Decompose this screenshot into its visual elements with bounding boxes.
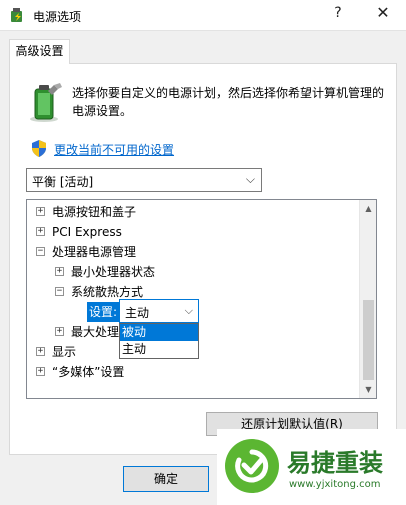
collapse-icon[interactable]: −	[36, 247, 45, 256]
watermark-url: www.yjxitong.com	[289, 479, 381, 490]
chevron-down-icon: ⌵	[245, 172, 255, 186]
tree-item-label: 最大处理	[71, 325, 120, 339]
tree-item-label: 处理器电源管理	[52, 245, 137, 259]
scroll-down-arrow-icon[interactable]: ▼	[360, 381, 376, 398]
window-title: 电源选项	[33, 10, 82, 24]
tree-item-label: PCI Express	[52, 225, 122, 239]
tree-item-label: 最小处理器状态	[71, 265, 156, 279]
tree-item-label: “多媒体”设置	[52, 365, 125, 379]
expand-icon[interactable]: +	[36, 347, 45, 356]
battery-icon	[30, 83, 62, 122]
expand-icon[interactable]: +	[36, 227, 45, 236]
chevron-down-icon: ⌵	[184, 304, 193, 317]
cooling-policy-value: 主动	[125, 306, 150, 320]
tree-item-label: 显示	[52, 345, 77, 359]
expand-icon[interactable]: +	[36, 207, 45, 216]
power-plan-value: 平衡 [活动]	[32, 175, 94, 189]
watermark-logo: 易捷重装 www.yjxitong.com	[217, 429, 406, 505]
watermark-logo-icon	[225, 439, 279, 493]
uac-shield-icon	[32, 140, 46, 157]
power-plan-select[interactable]: 平衡 [活动] ⌵	[26, 168, 262, 192]
settings-tree[interactable]: + 电源按钮和盖子 + PCI Express − 处理器电源管理 + 最小处理…	[26, 199, 377, 399]
option-passive[interactable]: 被动	[120, 324, 198, 341]
help-button[interactable]: ?	[328, 5, 348, 21]
power-options-icon	[11, 8, 22, 22]
expand-icon[interactable]: +	[55, 327, 64, 336]
collapse-icon[interactable]: −	[55, 287, 64, 296]
option-active[interactable]: 主动	[120, 341, 198, 358]
title-bar: 电源选项 ? ✕	[0, 0, 406, 31]
change-unavailable-settings-link[interactable]: 更改当前不可用的设置	[54, 141, 174, 158]
cooling-policy-dropdown[interactable]: 被动 主动	[119, 323, 199, 359]
tab-advanced-settings[interactable]: 高级设置	[9, 39, 70, 64]
tree-item-label: 电源按钮和盖子	[52, 205, 137, 219]
expand-icon[interactable]: +	[55, 267, 64, 276]
description-text: 选择你要自定义的电源计划，然后选择你希望计算机管理的电源设置。	[72, 86, 385, 118]
watermark-text: 易捷重装	[287, 449, 383, 477]
cooling-policy-select[interactable]: 主动 ⌵	[119, 299, 199, 323]
ok-button[interactable]: 确定	[123, 466, 209, 492]
scroll-thumb[interactable]	[363, 300, 374, 380]
scroll-up-arrow-icon[interactable]: ▲	[360, 200, 376, 217]
setting-label: 设置:	[87, 302, 121, 322]
tree-scrollbar[interactable]: ▲ ▼	[359, 200, 376, 398]
expand-icon[interactable]: +	[36, 367, 45, 376]
close-button[interactable]: ✕	[372, 3, 394, 22]
